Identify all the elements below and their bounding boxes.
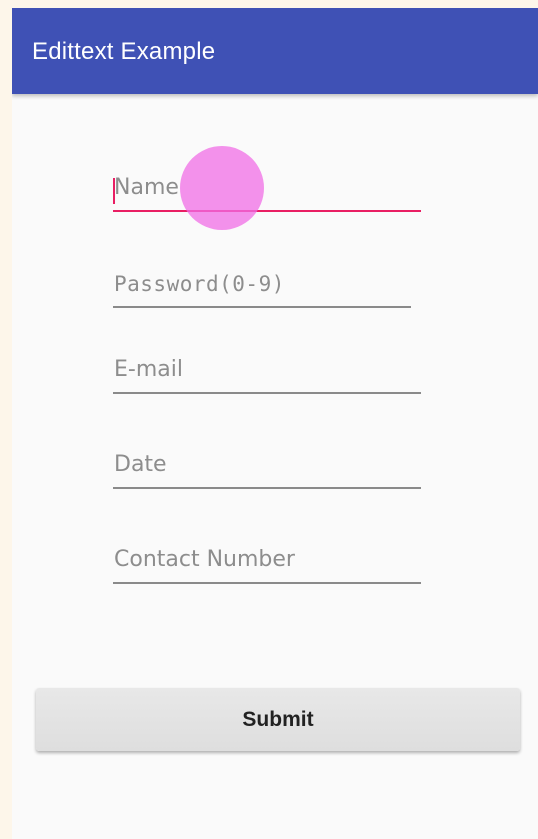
name-field[interactable]: Name: [113, 162, 421, 212]
app-bar: Edittext Example: [12, 8, 538, 94]
email-field[interactable]: E-mail: [113, 344, 421, 394]
app-title: Edittext Example: [32, 38, 216, 65]
app-screen: Edittext Example Name Password(0-9) E-ma…: [12, 8, 538, 839]
contact-number-underline: [113, 582, 421, 584]
contact-number-field[interactable]: Contact Number: [113, 534, 421, 584]
password-underline: [113, 306, 411, 308]
touch-indicator: [180, 146, 264, 230]
contact-number-placeholder: Contact Number: [114, 547, 295, 572]
submit-label: Submit: [242, 707, 314, 731]
submit-button[interactable]: Submit: [36, 688, 520, 751]
password-placeholder: Password(0-9): [114, 272, 285, 296]
date-placeholder: Date: [114, 452, 167, 477]
date-underline: [113, 487, 421, 489]
email-underline: [113, 392, 421, 394]
name-placeholder: Name: [114, 175, 179, 200]
name-underline: [113, 210, 421, 212]
date-field[interactable]: Date: [113, 439, 421, 489]
password-field[interactable]: Password(0-9): [113, 258, 411, 308]
email-placeholder: E-mail: [114, 357, 183, 382]
